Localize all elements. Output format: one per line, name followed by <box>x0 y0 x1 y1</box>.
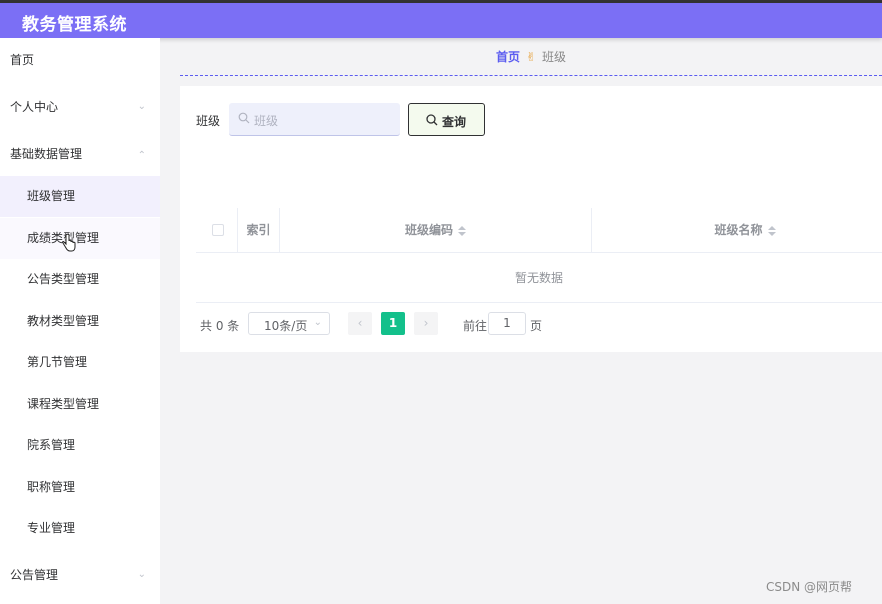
page-number-button[interactable]: 1 <box>381 312 405 335</box>
select-all-cell <box>196 208 238 252</box>
sort-icon[interactable] <box>767 225 776 236</box>
content-panel: 班级 班级 查询 索引 班级编码 班级名称 暂无数据 共 0 条 10条/页 ⌄… <box>180 86 882 352</box>
sidebar-item-label: 首页 <box>10 53 35 67</box>
chevron-down-icon: ⌄ <box>137 101 146 112</box>
prev-page-button[interactable]: ‹ <box>348 312 372 335</box>
breadcrumb-current: 班级 <box>542 50 567 64</box>
select-all-checkbox[interactable] <box>212 224 224 236</box>
table-empty-text: 暂无数据 <box>196 253 882 303</box>
search-icon <box>426 114 438 126</box>
goto-label: 前往 <box>463 319 488 333</box>
search-button[interactable]: 查询 <box>408 103 485 136</box>
sidebar-subitem-course-type[interactable]: 课程类型管理 <box>0 384 160 425</box>
sidebar-item-home[interactable]: 首页 <box>0 40 160 80</box>
sidebar-subitem-score-type[interactable]: 成绩类型管理 <box>0 218 160 259</box>
page-size-value: 10条/页 <box>264 319 308 333</box>
sort-icon[interactable] <box>458 225 466 236</box>
sidebar-item-personal-center[interactable]: 个人中心 ⌄ <box>0 87 160 127</box>
sidebar-subitem-major[interactable]: 专业管理 <box>0 508 160 549</box>
search-input[interactable]: 班级 <box>229 103 400 136</box>
sidebar-item-label: 基础数据管理 <box>10 147 83 161</box>
sidebar-subitem-label: 课程类型管理 <box>27 397 100 411</box>
sidebar-item-basic-data[interactable]: 基础数据管理 ⌃ <box>0 134 160 174</box>
sidebar-item-announcement[interactable]: 公告管理 ⌄ <box>0 555 160 595</box>
column-header-class-name[interactable]: 班级名称 <box>592 208 882 252</box>
chevron-up-icon: ⌃ <box>137 150 146 161</box>
sidebar-subitem-department[interactable]: 院系管理 <box>0 425 160 466</box>
sidebar-subitem-label: 专业管理 <box>27 521 76 535</box>
sidebar-subitem-class-management[interactable]: 班级管理 <box>0 176 160 217</box>
table-header: 索引 班级编码 班级名称 <box>196 208 882 253</box>
app-header: 教务管理系统 <box>0 3 882 38</box>
search-button-label: 查询 <box>442 115 467 129</box>
sidebar-subitem-label: 院系管理 <box>27 438 76 452</box>
search-placeholder: 班级 <box>254 114 279 128</box>
goto-page-input[interactable]: 1 <box>488 312 526 335</box>
sidebar-subitem-label: 第几节管理 <box>27 355 88 369</box>
column-header-index: 索引 <box>238 208 280 252</box>
chevron-down-icon: ⌄ <box>137 569 146 580</box>
sidebar-subitem-label: 班级管理 <box>27 189 76 203</box>
goto-suffix: 页 <box>530 319 543 333</box>
sidebar-subitem-period[interactable]: 第几节管理 <box>0 342 160 383</box>
hand-cursor-icon <box>62 234 76 252</box>
sidebar-subitem-label: 职称管理 <box>27 480 76 494</box>
sidebar-item-label: 个人中心 <box>10 100 59 114</box>
pagination-total: 共 0 条 <box>200 319 240 333</box>
app-title: 教务管理系统 <box>22 15 127 35</box>
sidebar-subitem-label: 教材类型管理 <box>27 314 100 328</box>
column-header-label: 班级编码 <box>404 223 453 237</box>
chevron-down-icon: ⌄ <box>313 317 322 328</box>
search-label: 班级 <box>196 114 221 128</box>
data-table: 索引 班级编码 班级名称 暂无数据 <box>196 208 882 303</box>
search-icon <box>238 112 250 124</box>
sidebar-subitem-job-title[interactable]: 职称管理 <box>0 467 160 508</box>
sidebar-subitem-textbook-type[interactable]: 教材类型管理 <box>0 301 160 342</box>
page-size-select[interactable]: 10条/页 ⌄ <box>248 312 330 335</box>
sidebar: 首页 个人中心 ⌄ 基础数据管理 ⌃ 班级管理 成绩类型管理 公告类型管理 教材… <box>0 38 160 604</box>
column-header-class-code[interactable]: 班级编码 <box>280 208 592 252</box>
breadcrumb-separator-icon: ✌ <box>525 50 537 64</box>
watermark: CSDN @网页帮 <box>766 580 853 594</box>
column-header-label: 班级名称 <box>714 223 763 237</box>
sidebar-subitem-label: 公告类型管理 <box>27 272 100 286</box>
sidebar-subitem-notice-type[interactable]: 公告类型管理 <box>0 259 160 300</box>
sidebar-item-label: 公告管理 <box>10 568 59 582</box>
breadcrumb-home[interactable]: 首页 <box>496 50 520 64</box>
breadcrumb: 首页 ✌ 班级 <box>180 48 882 76</box>
next-page-button[interactable]: › <box>414 312 438 335</box>
